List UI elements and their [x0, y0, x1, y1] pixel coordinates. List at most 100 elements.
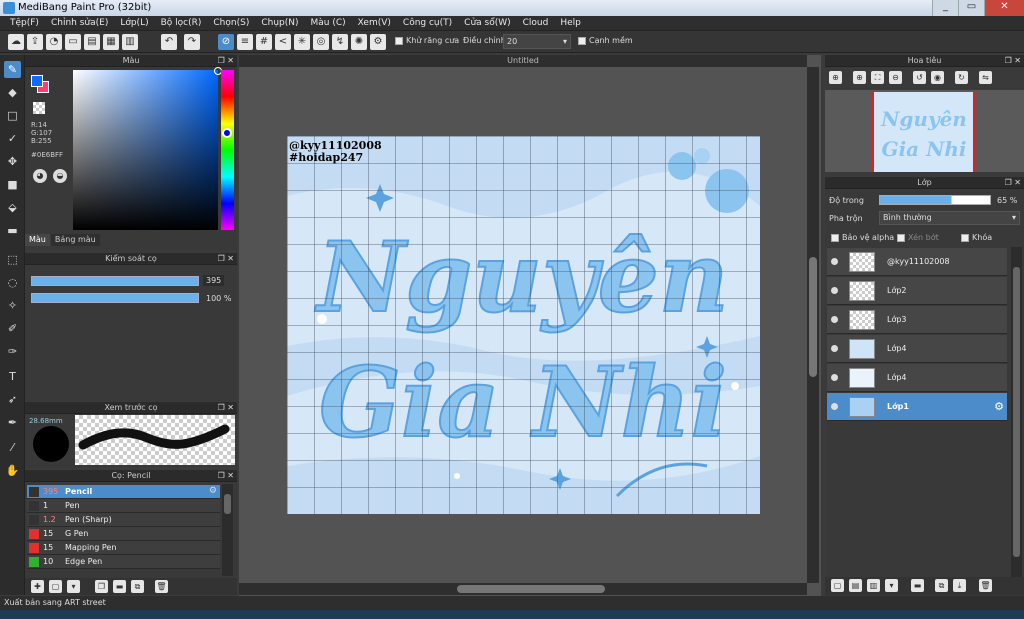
bucket-tool-icon[interactable]: ⬙ [4, 199, 21, 216]
eye-icon[interactable] [831, 345, 838, 352]
menu-help[interactable]: Help [554, 16, 587, 30]
brush-item-pencil[interactable]: 395 Pencil ⚙ [27, 485, 220, 499]
new-layer-icon[interactable]: ▢ [831, 579, 844, 592]
antialias-checkbox[interactable] [395, 36, 403, 45]
new-brush-icon[interactable]: ▢ [49, 580, 62, 593]
redo-icon[interactable]: ↷ [184, 34, 200, 50]
layer-row[interactable]: @kyy11102008 [827, 248, 1007, 276]
canvas-artwork[interactable]: Nguyên Gia Nhi @kyy11102008 #hoidap247 [287, 136, 760, 514]
menu-capture[interactable]: Chụp(N) [255, 16, 304, 30]
menu-cloud[interactable]: Cloud [517, 16, 555, 30]
divide-tool-icon[interactable]: ✒ [4, 414, 21, 431]
eraser-tool-icon[interactable]: ◆ [4, 84, 21, 101]
panel-close-icon[interactable]: ❐ ✕ [218, 470, 234, 482]
lasso-tool-icon[interactable]: ◌ [4, 274, 21, 291]
rotate-right-icon[interactable]: ↻ [955, 71, 968, 84]
gear-icon[interactable]: ⚙ [994, 400, 1004, 413]
new-layer-1bit-icon[interactable]: ▥ [867, 579, 880, 592]
dot-tool-icon[interactable]: □ [4, 107, 21, 124]
panel-close-icon[interactable]: ❐ ✕ [218, 402, 234, 414]
layer-row[interactable]: Lớp2 [827, 277, 1007, 305]
settings-icon[interactable]: ✺ [351, 34, 367, 50]
upload-icon[interactable]: ⇪ [27, 34, 43, 50]
snap-off-icon[interactable]: ⊘ [218, 34, 234, 50]
menu-layer[interactable]: Lớp(L) [114, 16, 154, 30]
page-icon[interactable]: ▤ [84, 34, 100, 50]
comment-icon[interactable]: ▭ [65, 34, 81, 50]
merge-down-icon[interactable]: ⤓ [953, 579, 966, 592]
panel-close-icon[interactable]: ❐ ✕ [218, 55, 234, 67]
brush-size-value[interactable]: 395 [203, 275, 225, 286]
correction-select[interactable]: 20 ▾ [503, 34, 571, 49]
brush-size-slider[interactable] [31, 276, 199, 286]
brush-item-pen[interactable]: 1 Pen [27, 499, 220, 513]
undo-icon[interactable]: ↶ [161, 34, 177, 50]
eye-icon[interactable] [831, 316, 838, 323]
soft-edge-checkbox[interactable] [578, 36, 586, 45]
gradient-tool-icon[interactable]: ▬ [4, 222, 21, 239]
brush-item-mapping-pen[interactable]: 15 Mapping Pen [27, 541, 220, 555]
clipping-checkbox[interactable] [897, 233, 905, 242]
layer-scrollbar[interactable] [1011, 247, 1022, 577]
hue-slider[interactable] [221, 70, 234, 230]
snap-parallel-icon[interactable]: ≡ [237, 34, 253, 50]
brush-item-pen-sharp[interactable]: 1.2 Pen (Sharp) [27, 513, 220, 527]
brush-item-edge-pen[interactable]: 10 Edge Pen [27, 555, 220, 569]
eye-icon[interactable] [831, 287, 838, 294]
navigator-view[interactable]: Nguyên Gia Nhi [825, 90, 1024, 172]
panel-close-icon[interactable]: ❐ ✕ [218, 253, 234, 265]
protect-alpha-checkbox[interactable] [831, 233, 839, 242]
snap-grid-icon[interactable]: # [256, 34, 272, 50]
layer-folder-icon[interactable]: ▬ [911, 579, 924, 592]
eyedropper-icon[interactable]: ⁄ [4, 439, 21, 456]
brush-opacity-slider[interactable] [31, 293, 199, 303]
gear-icon[interactable]: ⚙ [209, 486, 217, 496]
saturation-square[interactable] [73, 67, 222, 230]
menu-tools[interactable]: Công cụ(T) [397, 16, 458, 30]
copy-icon[interactable]: ❐ [95, 580, 108, 593]
operation-tool-icon[interactable]: ➶ [4, 391, 21, 408]
color-picker-icon[interactable]: ◒ [53, 169, 67, 183]
eye-icon[interactable] [831, 403, 838, 410]
hand-tool-icon[interactable]: ✋ [4, 462, 21, 479]
lock-checkbox[interactable] [961, 233, 969, 242]
select-eraser-icon[interactable]: ✑ [4, 343, 21, 360]
snap-perspective-icon[interactable]: < [275, 34, 291, 50]
pen-tool-icon[interactable]: ✓ [4, 130, 21, 147]
snap-curve-icon[interactable]: ↯ [332, 34, 348, 50]
panel-close-icon[interactable]: ❐ ✕ [1005, 177, 1021, 189]
fit-icon[interactable]: ⛶ [871, 71, 884, 84]
menu-color[interactable]: Màu (C) [305, 16, 352, 30]
maximize-button[interactable]: ▭ [958, 0, 984, 16]
tab-palette[interactable]: Bảng màu [50, 234, 100, 246]
duplicate-layer-icon[interactable]: ⧉ [935, 579, 948, 592]
cloud-icon[interactable]: ☁ [8, 34, 24, 50]
magic-wand-icon[interactable]: ✧ [4, 297, 21, 314]
palette-icon[interactable]: ◕ [33, 169, 47, 183]
snap-radial-icon[interactable]: ✳ [294, 34, 310, 50]
scroll-thumb[interactable] [1013, 267, 1020, 557]
panel-close-icon[interactable]: ❐ ✕ [1005, 55, 1021, 67]
layout-icon[interactable]: ▥ [122, 34, 138, 50]
zoom-out-icon[interactable]: ⊖ [889, 71, 902, 84]
minimize-button[interactable]: _ [932, 0, 958, 16]
horizontal-scrollbar[interactable] [239, 583, 807, 595]
vertical-scrollbar[interactable] [807, 67, 819, 583]
select-tool-icon[interactable]: ⬚ [4, 251, 21, 268]
snap-circle-icon[interactable]: ◎ [313, 34, 329, 50]
flip-icon[interactable]: ⇋ [979, 71, 992, 84]
document-tab[interactable]: Untitled [239, 55, 807, 67]
text-tool-icon[interactable]: T [4, 368, 21, 385]
zoom-in-alt-icon[interactable]: ⊕ [853, 71, 866, 84]
menu-window[interactable]: Cửa sổ(W) [458, 16, 516, 30]
folder-icon[interactable]: ▬ [113, 580, 126, 593]
layer-row[interactable]: Lớp3 [827, 306, 1007, 334]
speech-icon[interactable]: ◔ [46, 34, 62, 50]
zoom-in-icon[interactable]: ⊕ [829, 71, 842, 84]
brush-list-scrollbar[interactable] [222, 484, 233, 576]
blend-mode-select[interactable]: Bình thường ▾ [879, 211, 1020, 225]
brush-menu-icon[interactable]: ▾ [67, 580, 80, 593]
duplicate-icon[interactable]: ⧉ [131, 580, 144, 593]
layer-row-selected[interactable]: Lớp1 ⚙ [827, 393, 1007, 421]
menu-filter[interactable]: Bộ lọc(R) [155, 16, 208, 30]
